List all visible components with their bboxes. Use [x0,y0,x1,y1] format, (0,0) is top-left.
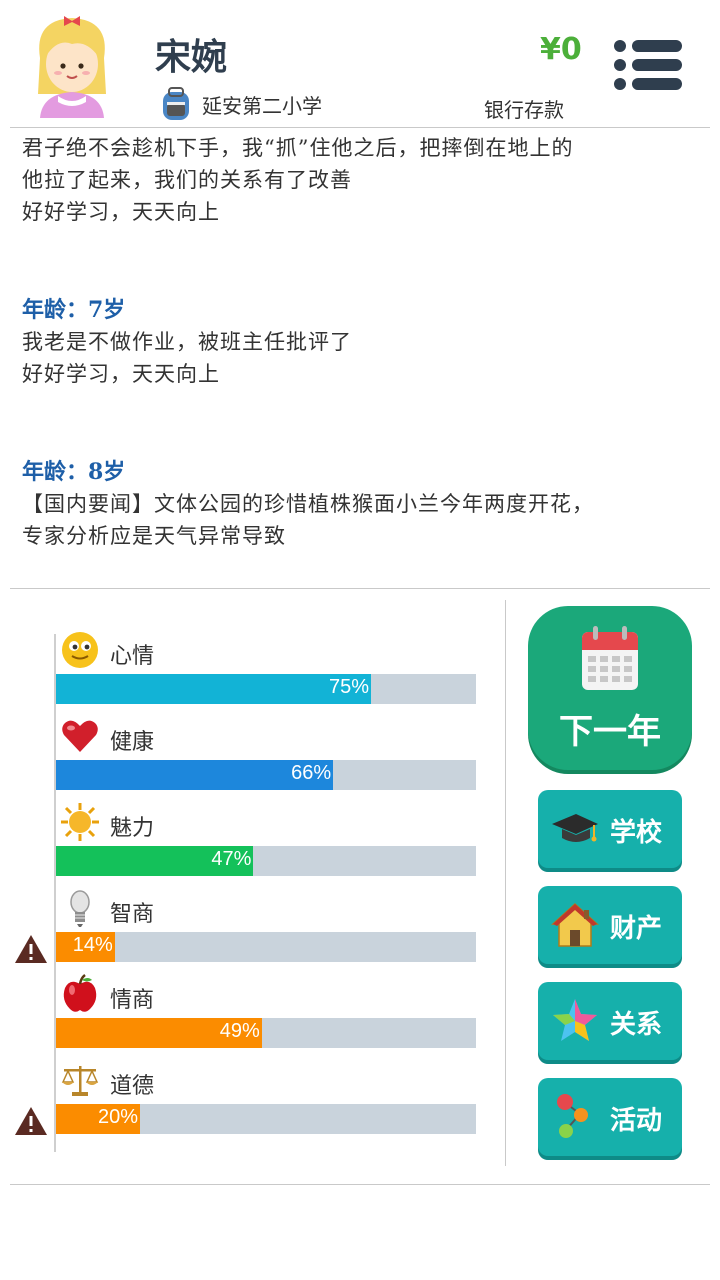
age-heading: 年龄：8岁 [22,459,126,485]
age-heading: 年龄：7岁 [22,297,126,323]
stat-percent: 66% [291,762,332,784]
log-divider [10,588,710,589]
relations-button[interactable]: 关系 [538,982,682,1060]
house-icon [551,902,599,947]
stat-bar: 75% [56,674,476,704]
menu-icon[interactable] [612,38,684,92]
stat-bar: 14% [56,932,476,962]
header: 宋婉 延安第二小学 ¥0 银行存款 [0,0,720,128]
next-year-button[interactable]: 下一年 [528,606,692,770]
heart-icon [62,720,98,752]
sun-icon [61,803,99,841]
stat-iq: 智商 14% [0,888,500,974]
stat-bar-fill: 20% [56,1104,140,1134]
stat-bar-fill: 49% [56,1018,262,1048]
stat-bar-fill: 66% [56,760,334,790]
header-divider [10,127,710,128]
stats-panel: 心情 75% 健康 66% 魅力 47% 智商 14% 情商 49% 道德 20… [0,600,500,1170]
graduation-cap-icon [552,814,598,842]
stat-bar: 66% [56,760,476,790]
player-name: 宋婉 [155,37,228,78]
money-amount: ¥0 [540,32,582,67]
school-bag-icon [163,87,189,120]
log-line: 专家分析应是天气异常导致 [22,524,286,548]
stat-label: 情商 [110,988,155,1013]
relations-button-label: 关系 [610,1010,663,1040]
calendar-icon [582,626,638,690]
bottom-divider [10,1184,710,1185]
activities-button[interactable]: 活动 [538,1078,682,1156]
stat-bar-fill: 47% [56,846,254,876]
stat-label: 健康 [110,730,155,755]
bank-label: 银行存款 [484,98,564,122]
stat-health: 健康 66% [0,716,500,802]
stat-morality: 道德 20% [0,1060,500,1146]
log-line: 我老是不做作业，被班主任批评了 [22,330,352,354]
star-icon [553,999,597,1041]
stat-bar: 20% [56,1104,476,1134]
property-button-label: 财产 [610,914,663,944]
panel-divider [505,600,506,1166]
stat-charm: 魅力 47% [0,802,500,888]
smiley-icon [62,632,98,668]
stat-percent: 49% [219,1020,260,1042]
school-button[interactable]: 学校 [538,790,682,868]
event-log[interactable]: 君子绝不会趁机下手，我“抓”住他之后，把摔倒在地上的 他拉了起来，我们的关系有了… [22,132,702,582]
stat-percent: 20% [97,1106,138,1128]
stat-bar-fill: 75% [56,674,371,704]
log-line: 好好学习，天天向上 [22,200,220,224]
stat-percent: 47% [211,848,252,870]
activities-button-label: 活动 [610,1106,663,1136]
avatar[interactable] [30,10,114,118]
stat-bar: 49% [56,1018,476,1048]
log-line: 他拉了起来，我们的关系有了改善 [22,168,352,192]
school-info: 延安第二小学 [158,84,322,124]
stat-label: 魅力 [110,816,155,841]
school-name: 延安第二小学 [202,93,322,118]
activity-icon [557,1094,588,1138]
log-line: 好好学习，天天向上 [22,362,220,386]
lightbulb-icon [70,890,90,927]
stat-bar: 47% [56,846,476,876]
warning-icon [15,935,47,963]
stat-bar-fill: 14% [56,932,115,962]
school-button-label: 学校 [610,818,663,848]
stat-percent: 75% [328,676,369,698]
next-year-label: 下一年 [559,712,661,752]
stat-eq: 情商 49% [0,974,500,1060]
stat-label: 心情 [110,644,155,669]
log-line: 君子绝不会趁机下手，我“抓”住他之后，把摔倒在地上的 [22,136,574,160]
stat-percent: 14% [72,934,113,956]
stat-label: 智商 [110,902,155,927]
property-button[interactable]: 财产 [538,886,682,964]
log-line: 【国内要闻】文体公园的珍惜植株猴面小兰今年两度开花， [22,492,594,516]
apple-icon [63,974,97,1012]
stat-label: 道德 [110,1074,155,1099]
scales-icon [61,1066,99,1096]
stat-mood: 心情 75% [0,630,500,716]
warning-icon [15,1107,47,1135]
